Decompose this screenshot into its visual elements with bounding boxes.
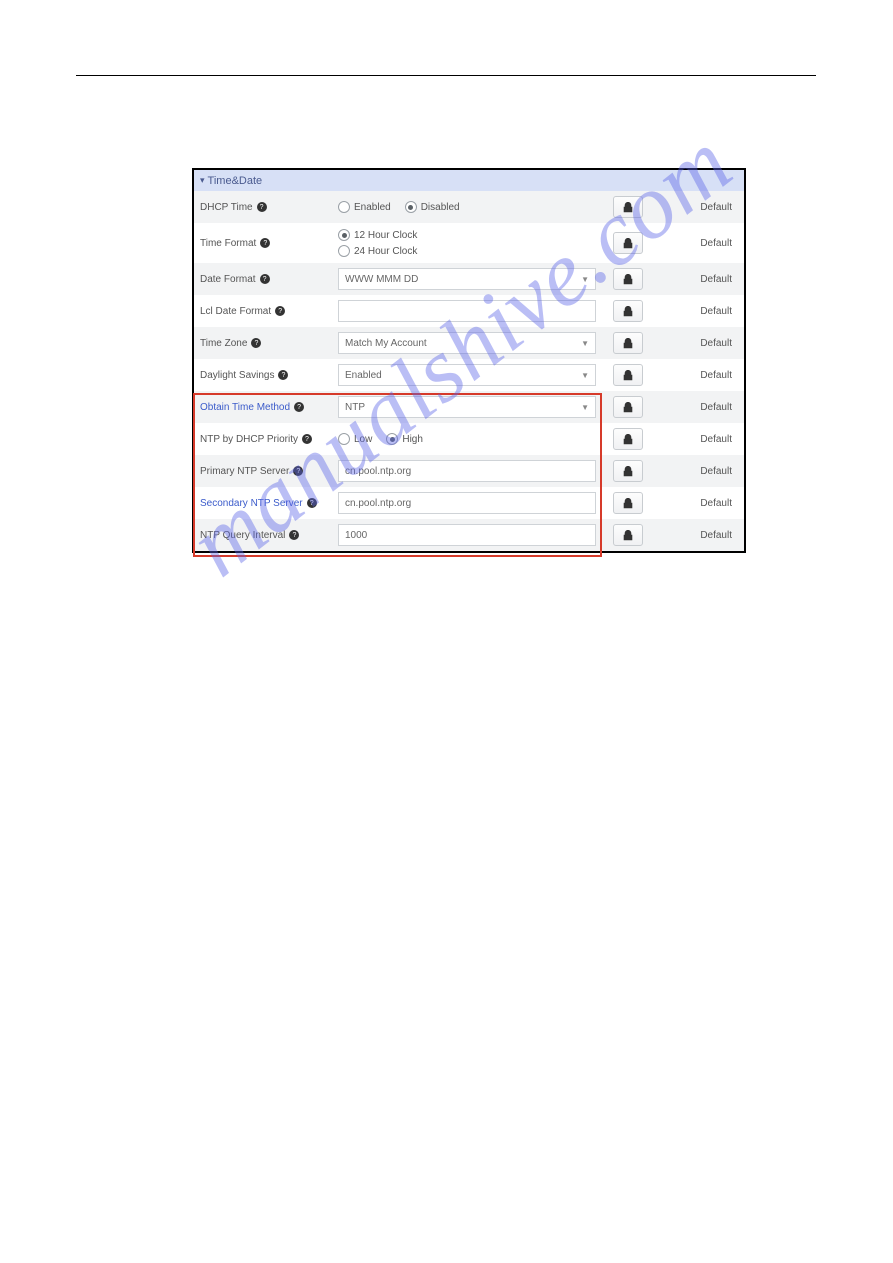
row-secondary-ntp-server: Secondary NTP Server ? cn.pool.ntp.org D… (194, 487, 744, 519)
row-dhcp-time: DHCP Time ? Enabled Disabled Default (194, 191, 744, 223)
default-link[interactable]: Default (653, 434, 738, 445)
row-lcl-date-format: Lcl Date Format ? Default (194, 295, 744, 327)
row-time-format: Time Format ? 12 Hour Clock 24 Hour Cloc… (194, 223, 744, 263)
lock-button[interactable] (613, 268, 643, 290)
default-link[interactable]: Default (653, 402, 738, 413)
help-icon[interactable]: ? (307, 498, 317, 508)
lock-button[interactable] (613, 332, 643, 354)
help-icon[interactable]: ? (251, 338, 261, 348)
default-link[interactable]: Default (653, 530, 738, 541)
dropdown-caret-icon: ▼ (581, 371, 589, 380)
ntp-query-interval-input[interactable]: 1000 (338, 524, 596, 546)
section-title: Time&Date (208, 175, 263, 187)
chevron-down-icon: ▾ (200, 175, 205, 186)
dropdown-caret-icon: ▼ (581, 339, 589, 348)
ntp-priority-low-radio[interactable]: Low (338, 433, 372, 445)
label-time-format: Time Format ? (200, 238, 338, 249)
default-link[interactable]: Default (653, 202, 738, 213)
label-secondary-ntp-server: Secondary NTP Server ? (200, 498, 338, 509)
top-horizontal-rule (76, 75, 816, 76)
label-daylight-savings: Daylight Savings ? (200, 370, 338, 381)
section-header-time-date[interactable]: ▾ Time&Date (194, 170, 744, 191)
row-ntp-dhcp-priority: NTP by DHCP Priority ? Low High Default (194, 423, 744, 455)
lock-button[interactable] (613, 196, 643, 218)
label-time-zone: Time Zone ? (200, 338, 338, 349)
help-icon[interactable]: ? (275, 306, 285, 316)
dhcp-time-enabled-radio[interactable]: Enabled (338, 201, 391, 213)
time-zone-select[interactable]: Match My Account ▼ (338, 332, 596, 354)
secondary-ntp-server-input[interactable]: cn.pool.ntp.org (338, 492, 596, 514)
help-icon[interactable]: ? (293, 466, 303, 476)
help-icon[interactable]: ? (289, 530, 299, 540)
lock-button[interactable] (613, 232, 643, 254)
label-lcl-date-format: Lcl Date Format ? (200, 306, 338, 317)
default-link[interactable]: Default (653, 370, 738, 381)
label-date-format: Date Format ? (200, 274, 338, 285)
row-date-format: Date Format ? WWW MMM DD ▼ Default (194, 263, 744, 295)
lock-button[interactable] (613, 428, 643, 450)
row-obtain-time-method: Obtain Time Method ? NTP ▼ Default (194, 391, 744, 423)
default-link[interactable]: Default (653, 306, 738, 317)
lock-button[interactable] (613, 300, 643, 322)
row-time-zone: Time Zone ? Match My Account ▼ Default (194, 327, 744, 359)
dropdown-caret-icon: ▼ (581, 403, 589, 412)
dhcp-time-disabled-radio[interactable]: Disabled (405, 201, 460, 213)
help-icon[interactable]: ? (260, 238, 270, 248)
help-icon[interactable]: ? (257, 202, 267, 212)
label-ntp-query-interval: NTP Query Interval ? (200, 530, 338, 541)
lock-button[interactable] (613, 492, 643, 514)
label-dhcp-time: DHCP Time ? (200, 202, 338, 213)
lock-button[interactable] (613, 396, 643, 418)
time-format-12hr-radio[interactable]: 12 Hour Clock (338, 229, 603, 241)
dropdown-caret-icon: ▼ (581, 275, 589, 284)
help-icon[interactable]: ? (278, 370, 288, 380)
lock-button[interactable] (613, 524, 643, 546)
label-ntp-dhcp-priority: NTP by DHCP Priority ? (200, 434, 338, 445)
row-ntp-query-interval: NTP Query Interval ? 1000 Default (194, 519, 744, 551)
dhcp-time-radio-group: Enabled Disabled (338, 201, 603, 213)
default-link[interactable]: Default (653, 274, 738, 285)
default-link[interactable]: Default (653, 498, 738, 509)
date-format-select[interactable]: WWW MMM DD ▼ (338, 268, 596, 290)
obtain-time-method-select[interactable]: NTP ▼ (338, 396, 596, 418)
lcl-date-format-input[interactable] (338, 300, 596, 322)
help-icon[interactable]: ? (260, 274, 270, 284)
default-link[interactable]: Default (653, 466, 738, 477)
time-date-panel: ▾ Time&Date DHCP Time ? Enabled Disabled… (192, 168, 746, 553)
label-primary-ntp-server: Primary NTP Server ? (200, 466, 338, 477)
lock-button[interactable] (613, 460, 643, 482)
daylight-savings-select[interactable]: Enabled ▼ (338, 364, 596, 386)
label-obtain-time-method: Obtain Time Method ? (200, 402, 338, 413)
default-link[interactable]: Default (653, 238, 738, 249)
ntp-dhcp-priority-radio-group: Low High (338, 433, 603, 445)
ntp-priority-high-radio[interactable]: High (386, 433, 423, 445)
lock-button[interactable] (613, 364, 643, 386)
help-icon[interactable]: ? (302, 434, 312, 444)
default-link[interactable]: Default (653, 338, 738, 349)
row-daylight-savings: Daylight Savings ? Enabled ▼ Default (194, 359, 744, 391)
primary-ntp-server-input[interactable]: cn.pool.ntp.org (338, 460, 596, 482)
help-icon[interactable]: ? (294, 402, 304, 412)
row-primary-ntp-server: Primary NTP Server ? cn.pool.ntp.org Def… (194, 455, 744, 487)
time-format-24hr-radio[interactable]: 24 Hour Clock (338, 245, 603, 257)
